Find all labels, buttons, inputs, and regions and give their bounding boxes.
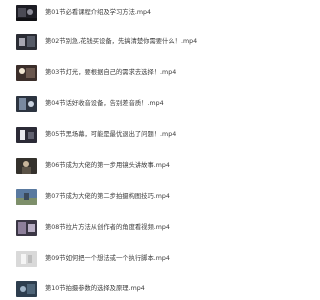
file-row[interactable]: 第04节话好收音设备，告别差音质！.mp4 xyxy=(16,95,164,113)
file-name: 第02节别急,花钱买设备，先搞清楚你需要什么！.mp4 xyxy=(45,38,198,45)
file-name: 第07节成为大佬的第二步拍摄构图技巧.mp4 xyxy=(45,193,170,200)
video-thumbnail-icon xyxy=(16,158,37,174)
file-name: 第01节必看课程介绍及学习方法.mp4 xyxy=(45,9,152,16)
file-name: 第03节灯光，要根据自己的需求去选择！.mp4 xyxy=(45,69,177,76)
video-thumbnail-icon xyxy=(16,34,37,50)
file-row[interactable]: 第02节别急,花钱买设备，先搞清楚你需要什么！.mp4 xyxy=(16,33,197,51)
file-name: 第06节成为大佬的第一步用镜头讲故事.mp4 xyxy=(45,162,170,169)
video-thumbnail-icon xyxy=(16,5,37,21)
video-thumbnail-icon xyxy=(16,220,37,236)
video-thumbnail-icon xyxy=(16,189,37,205)
file-row[interactable]: 第07节成为大佬的第二步拍摄构图技巧.mp4 xyxy=(16,188,170,206)
file-name: 第08节拉片方法从创作者的角度看视频.mp4 xyxy=(45,224,170,231)
video-thumbnail-icon xyxy=(16,127,37,143)
video-thumbnail-icon xyxy=(16,65,37,81)
video-thumbnail-icon xyxy=(16,96,37,112)
file-row[interactable]: 第10节拍摄参数的选择及原理.mp4 xyxy=(16,280,145,298)
file-name: 第10节拍摄参数的选择及原理.mp4 xyxy=(45,285,145,292)
file-name: 第09节如何把一个想法或一个执行脚本.mp4 xyxy=(45,255,170,262)
video-file-list: 第01节必看课程介绍及学习方法.mp4 第02节别急,花钱买设备，先搞清楚你需要… xyxy=(0,0,287,300)
video-thumbnail-icon xyxy=(16,251,37,267)
file-row[interactable]: 第01节必看课程介绍及学习方法.mp4 xyxy=(16,4,151,22)
file-row[interactable]: 第09节如何把一个想法或一个执行脚本.mp4 xyxy=(16,250,170,268)
file-name: 第05节黑场幕，可能是最优退出了问题！.mp4 xyxy=(45,131,177,138)
file-row[interactable]: 第03节灯光，要根据自己的需求去选择！.mp4 xyxy=(16,64,176,82)
file-name: 第04节话好收音设备，告别差音质！.mp4 xyxy=(45,100,164,107)
file-row[interactable]: 第08节拉片方法从创作者的角度看视频.mp4 xyxy=(16,219,170,237)
file-row[interactable]: 第05节黑场幕，可能是最优退出了问题！.mp4 xyxy=(16,126,176,144)
video-thumbnail-icon xyxy=(16,281,37,297)
file-row[interactable]: 第06节成为大佬的第一步用镜头讲故事.mp4 xyxy=(16,157,170,175)
